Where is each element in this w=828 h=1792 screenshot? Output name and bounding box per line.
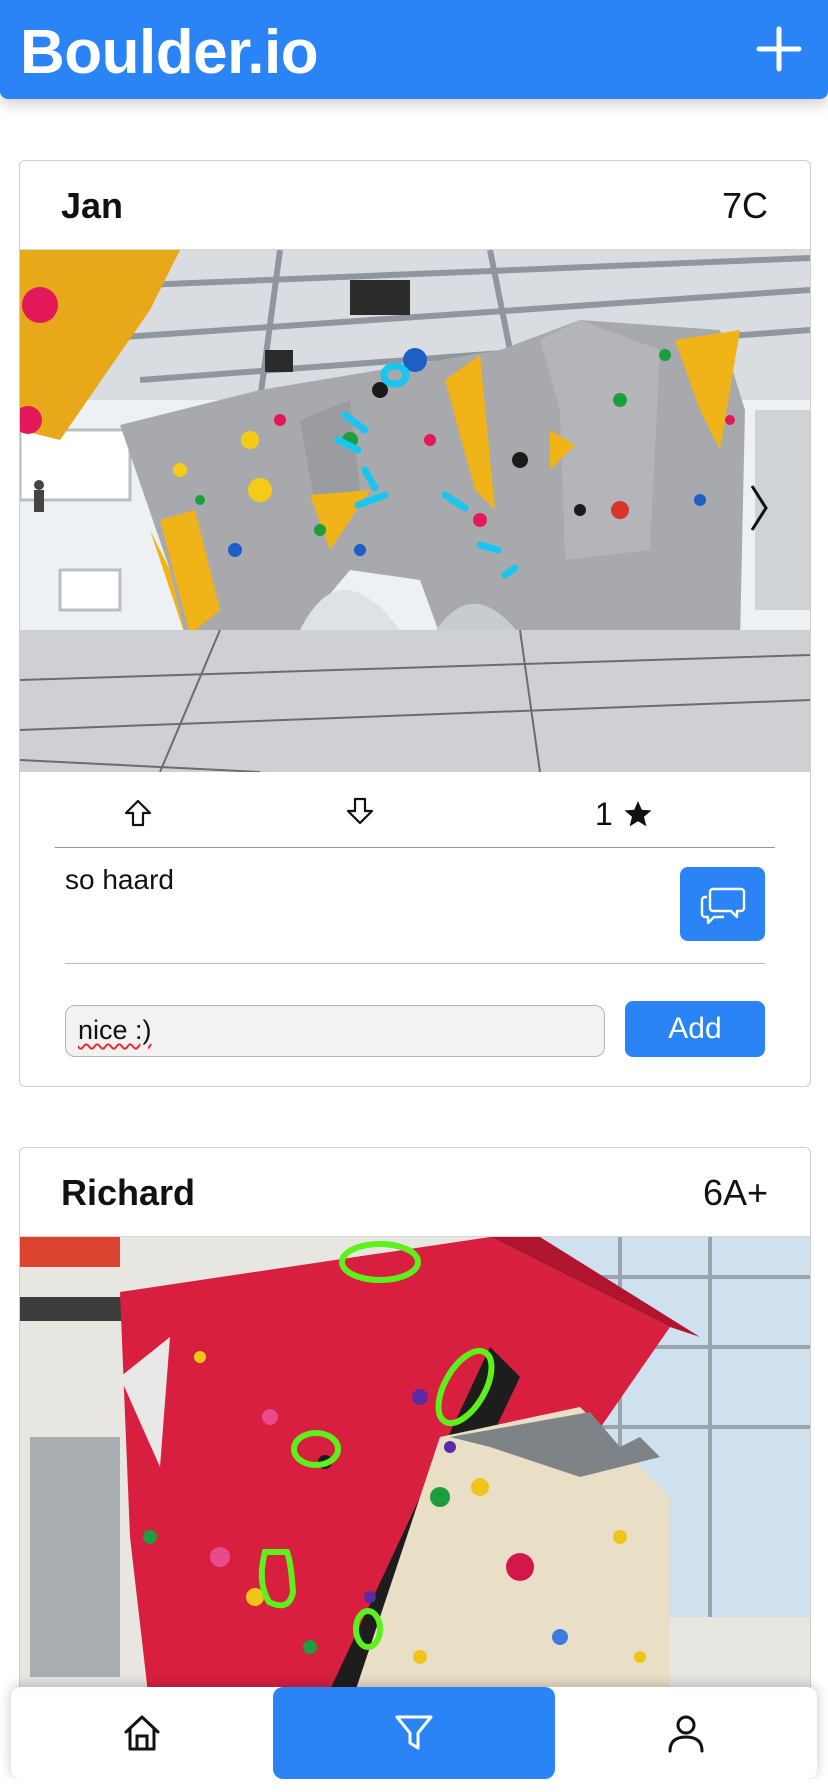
- filter-icon: [395, 1715, 433, 1750]
- comment-text: so haard: [65, 864, 174, 895]
- boulder-wall-image: [20, 250, 810, 772]
- nav-profile[interactable]: [555, 1687, 817, 1779]
- post-header: Jan 7C: [20, 161, 810, 250]
- view-comments-button[interactable]: [680, 867, 765, 941]
- comment-input-value: nice :): [78, 1015, 152, 1045]
- post-card: Jan 7C 1 so haard nice:) Add: [19, 160, 811, 1087]
- post-username[interactable]: Jan: [61, 185, 123, 227]
- add-post-button[interactable]: [756, 26, 802, 72]
- home-icon: [124, 1715, 160, 1751]
- nav-home[interactable]: [11, 1687, 273, 1779]
- post-grade: 7C: [721, 185, 768, 226]
- app-header: Boulder.io: [0, 0, 828, 99]
- plus-icon: [756, 26, 802, 72]
- post-grade: 6A+: [702, 1172, 768, 1213]
- post-actions: 1: [55, 772, 775, 848]
- post-username[interactable]: Richard: [61, 1172, 195, 1214]
- comment-input[interactable]: nice :): [65, 1005, 605, 1057]
- post-photo[interactable]: [20, 250, 810, 772]
- nav-filter[interactable]: [273, 1687, 555, 1779]
- rating[interactable]: 1: [595, 796, 653, 832]
- chat-bubbles-icon: [700, 887, 745, 925]
- star-icon: [624, 801, 652, 827]
- add-comment-row: nice :) Add: [65, 964, 765, 1084]
- arrow-up-icon: [124, 799, 152, 827]
- arrow-down-icon: [346, 797, 374, 825]
- app-title: Boulder.io: [20, 18, 319, 87]
- bottom-nav: [11, 1687, 817, 1779]
- post-header: Richard 6A+: [20, 1148, 810, 1237]
- app-root: Boulder.io Jan 7C 1 so haard nice:) Add…: [0, 0, 828, 1792]
- comment-section: so haard: [65, 848, 765, 964]
- chevron-right-icon: [750, 485, 768, 531]
- next-image-button[interactable]: [748, 482, 770, 534]
- rating-value: 1: [595, 795, 613, 832]
- downvote-button[interactable]: [345, 796, 375, 826]
- add-comment-button[interactable]: Add: [625, 1001, 765, 1057]
- upvote-button[interactable]: [123, 798, 153, 828]
- nav-bottom-strip: [0, 1779, 828, 1792]
- user-icon: [668, 1715, 704, 1753]
